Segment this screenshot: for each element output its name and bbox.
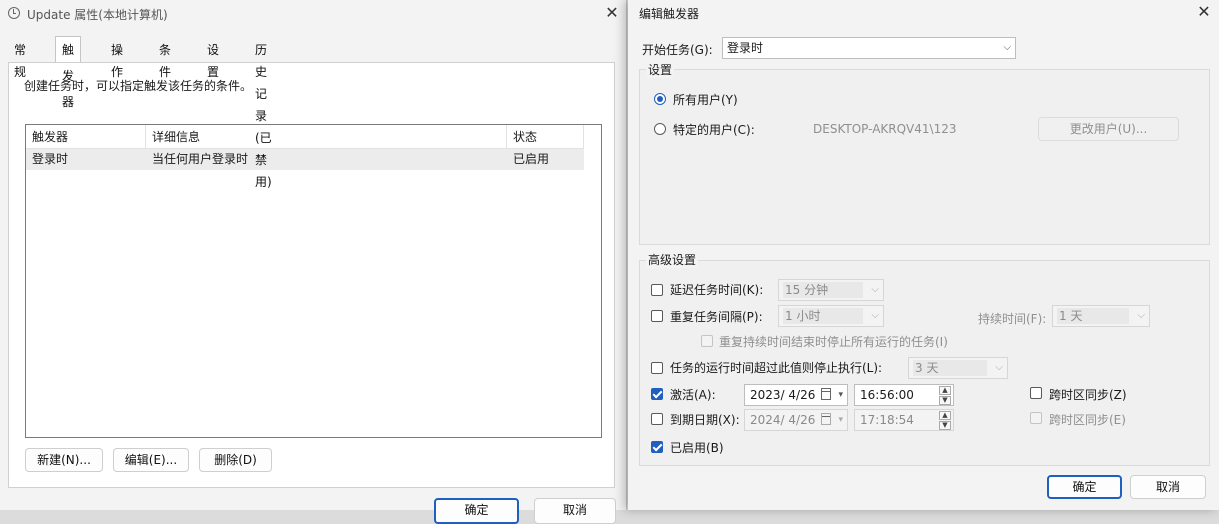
settings-group-title: 设置 [646, 61, 675, 78]
begin-task-select[interactable]: 登录时 ⌵ [722, 37, 1016, 59]
activate-label[interactable]: 激活(A): [670, 386, 716, 403]
repeat-select[interactable]: 1 小时 ⌵ [778, 305, 884, 327]
sync-timezone-expire-checkbox[interactable] [1030, 412, 1042, 424]
chevron-down-icon[interactable]: ▾ [838, 410, 843, 430]
edit-trigger-button[interactable]: 编辑(E)... [113, 448, 189, 472]
delay-label[interactable]: 延迟任务时间(K): [670, 281, 763, 298]
new-trigger-button[interactable]: 新建(N)... [25, 448, 103, 472]
expire-checkbox[interactable] [651, 413, 663, 425]
row-details: 当任何用户登录时 [152, 152, 249, 166]
sync-timezone-label[interactable]: 跨时区同步(Z) [1049, 386, 1127, 403]
stop-all-label: 重复持续时间结束时停止所有运行的任务(I) [719, 335, 948, 349]
tab-actions[interactable]: 操作 [104, 38, 130, 79]
expire-time-value: 17:18:54 [860, 413, 914, 427]
enabled-label[interactable]: 已启用(B) [670, 439, 724, 456]
chevron-down-icon: ⌵ [871, 310, 879, 321]
duration-select[interactable]: 1 天 ⌵ [1052, 305, 1150, 327]
specific-user-label[interactable]: 特定的用户(C): [673, 121, 755, 138]
close-icon[interactable]: ✕ [604, 5, 620, 21]
activate-date-value: 2023/ 4/26 [750, 388, 816, 402]
expire-date-picker[interactable]: 2024/ 4/26 ▾ [744, 409, 848, 431]
sync-timezone-expire-label: 跨时区同步(E) [1049, 413, 1126, 427]
repeat-value: 1 小时 [783, 308, 863, 324]
activate-time-field[interactable]: 16:56:00 ▲ ▼ [854, 384, 954, 406]
time-spinner[interactable]: ▲ ▼ [939, 411, 951, 430]
stop-if-longer-label[interactable]: 任务的运行时间超过此值则停止执行(L): [670, 359, 882, 376]
tab-settings[interactable]: 设置 [200, 38, 226, 79]
dialog-title: 编辑触发器 [639, 7, 700, 21]
edit-trigger-dialog: 编辑触发器 ✕ 开始任务(G): 登录时 ⌵ 设置 所有用户(Y) 特定的用户(… [628, 0, 1219, 510]
begin-task-label: 开始任务(G): [642, 43, 713, 57]
expire-date-value: 2024/ 4/26 [750, 413, 816, 427]
tab-history[interactable]: 历史记录(已禁用) [248, 38, 279, 189]
stop-if-longer-checkbox[interactable] [651, 362, 663, 374]
activate-time-value: 16:56:00 [860, 388, 914, 402]
chevron-down-icon: ⌵ [871, 284, 879, 295]
specific-user-value: DESKTOP-AKRQV41\123 [813, 122, 957, 136]
specific-user-radio[interactable] [654, 123, 666, 135]
enabled-checkbox[interactable] [651, 441, 663, 453]
tab-conditions[interactable]: 条件 [152, 38, 178, 79]
delete-trigger-button[interactable]: 删除(D) [199, 448, 272, 472]
advanced-group-title: 高级设置 [646, 251, 699, 268]
ok-button[interactable]: 确定 [434, 498, 519, 524]
repeat-checkbox[interactable] [651, 310, 663, 322]
chevron-down-icon: ⌵ [995, 362, 1003, 373]
expire-time-field[interactable]: 17:18:54 ▲ ▼ [854, 409, 954, 431]
tab-general[interactable]: 常规 [7, 38, 33, 79]
column-header-trigger[interactable]: 触发器 [26, 125, 146, 149]
duration-label: 持续时间(F): [978, 312, 1047, 326]
ok-button[interactable]: 确定 [1047, 475, 1122, 499]
delay-value: 15 分钟 [783, 282, 863, 298]
repeat-label[interactable]: 重复任务间隔(P): [670, 308, 763, 325]
row-status: 已启用 [513, 152, 550, 166]
close-icon[interactable]: ✕ [1196, 4, 1212, 20]
stop-all-checkbox[interactable] [701, 335, 713, 347]
activate-date-picker[interactable]: 2023/ 4/26 ▾ [744, 384, 848, 406]
delay-checkbox[interactable] [651, 284, 663, 296]
trigger-list[interactable]: 触发器 详细信息 状态 登录时 当任何用户登录时 已启用 [25, 124, 602, 438]
cancel-button[interactable]: 取消 [534, 498, 616, 524]
chevron-down-icon: ⌵ [1137, 310, 1145, 321]
expire-label[interactable]: 到期日期(X): [670, 411, 740, 428]
all-users-radio[interactable] [654, 93, 666, 105]
duration-value: 1 天 [1057, 308, 1129, 324]
clock-icon [8, 7, 20, 19]
tab-panel: 创建任务时，可以指定触发该任务的条件。 触发器 详细信息 状态 登录时 当任何用… [8, 62, 615, 488]
time-spinner[interactable]: ▲ ▼ [939, 386, 951, 405]
column-header-status[interactable]: 状态 [507, 125, 584, 149]
sync-timezone-checkbox[interactable] [1030, 387, 1042, 399]
calendar-icon[interactable] [821, 388, 831, 400]
stop-if-longer-value: 3 天 [913, 360, 987, 376]
calendar-icon[interactable] [821, 413, 831, 425]
activate-checkbox[interactable] [651, 388, 663, 400]
task-properties-window: Update 属性(本地计算机) ✕ 创建任务时，可以指定触发该任务的条件。 触… [0, 0, 627, 524]
chevron-down-icon[interactable]: ▾ [838, 385, 843, 405]
change-user-button[interactable]: 更改用户(U)... [1038, 117, 1179, 141]
begin-task-value: 登录时 [727, 41, 764, 55]
window-title: Update 属性(本地计算机) [27, 8, 168, 22]
stop-if-longer-select[interactable]: 3 天 ⌵ [908, 357, 1008, 379]
cancel-button[interactable]: 取消 [1130, 475, 1206, 499]
tab-triggers[interactable]: 触发器 [55, 36, 82, 109]
delay-select[interactable]: 15 分钟 ⌵ [778, 279, 884, 301]
column-header-details[interactable]: 详细信息 [146, 125, 507, 149]
all-users-label[interactable]: 所有用户(Y) [673, 91, 738, 108]
table-row[interactable]: 登录时 当任何用户登录时 已启用 [26, 149, 584, 170]
row-trigger: 登录时 [32, 152, 69, 166]
chevron-down-icon: ⌵ [1003, 42, 1011, 53]
